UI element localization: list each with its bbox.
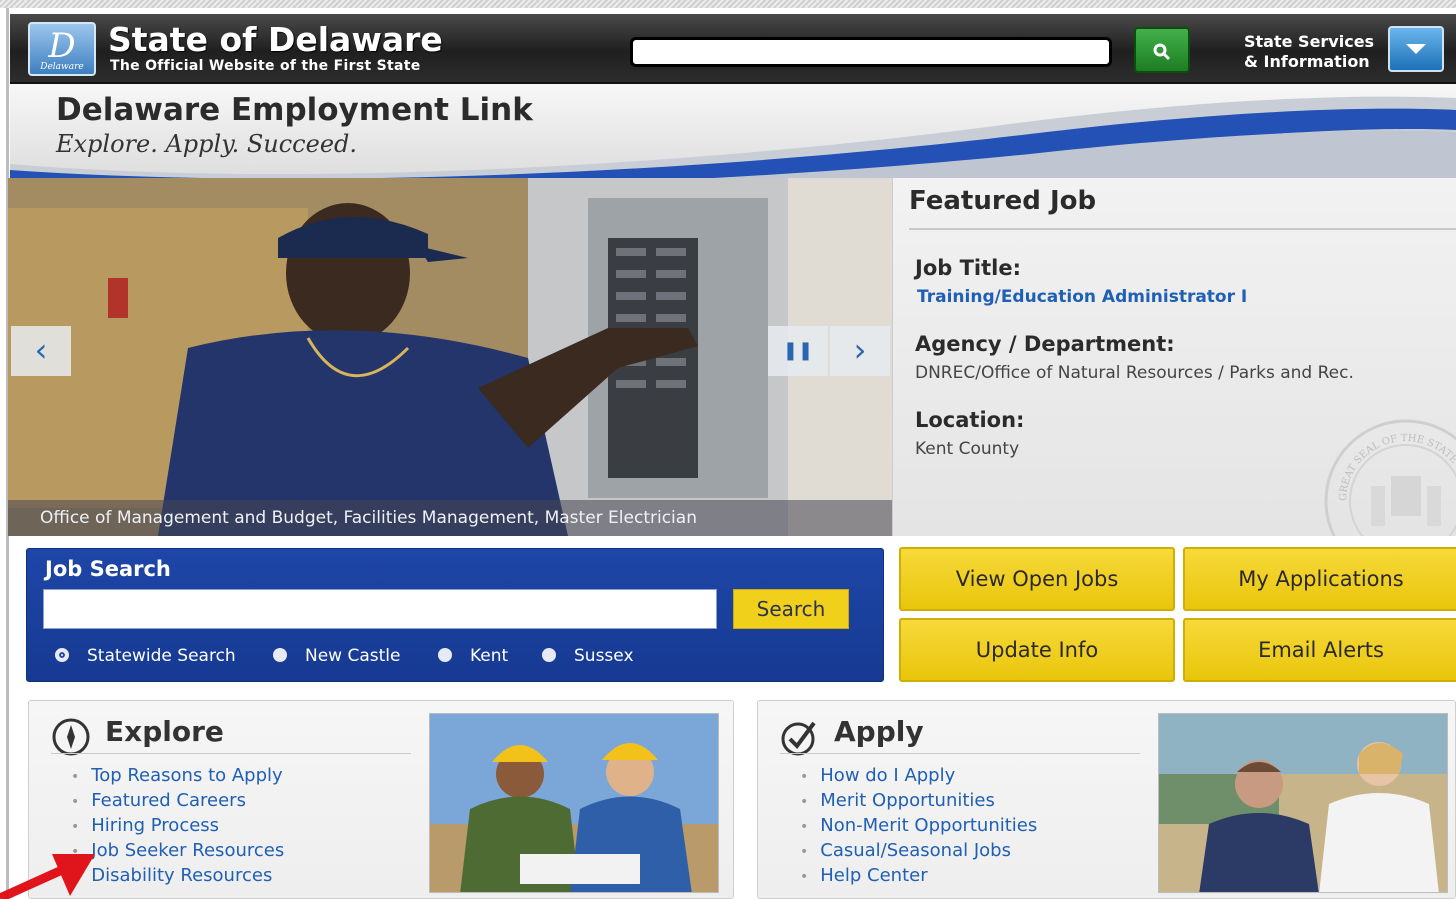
state-services-dropdown[interactable] [1388, 26, 1444, 72]
radio-label: Statewide Search [87, 646, 236, 666]
job-search-button[interactable]: Search [733, 589, 849, 629]
update-info-button[interactable]: Update Info [899, 618, 1175, 682]
apply-divider [780, 753, 1140, 754]
radio-selected-icon [55, 648, 69, 662]
radio-statewide[interactable]: Statewide Search [55, 645, 236, 667]
magnifier-icon [1153, 43, 1171, 60]
apply-title: Apply [834, 715, 924, 748]
featured-job-heading: Featured Job [909, 186, 1097, 216]
state-services-line1: State Services [1244, 32, 1375, 51]
explore-link-featured-careers[interactable]: • Featured Careers [71, 788, 284, 813]
radio-unselected-icon [438, 648, 452, 662]
state-services-link[interactable]: State Services & Information [1244, 32, 1374, 72]
red-annotation-arrow-icon [0, 854, 95, 899]
radio-unselected-icon [542, 648, 556, 662]
apply-link-non-merit[interactable]: • Non-Merit Opportunities [800, 813, 1037, 838]
agency-label: Agency / Department: [915, 332, 1175, 356]
bullet-icon: • [800, 769, 809, 785]
bullet-icon: • [800, 819, 809, 835]
radio-label: Kent [470, 646, 509, 666]
explore-link-hiring-process[interactable]: • Hiring Process [71, 813, 284, 838]
bullet-icon: • [800, 794, 809, 810]
featured-job-title-link[interactable]: Training/Education Administrator I [917, 287, 1247, 307]
view-open-jobs-button[interactable]: View Open Jobs [899, 547, 1175, 611]
featured-job-panel: Featured Job Job Title: Training/Educati… [892, 178, 1456, 536]
construction-workers-photo [430, 714, 718, 892]
explore-panel: Explore • Top Reasons to Apply • Featured … [28, 700, 734, 899]
my-applications-button[interactable]: My Applications [1183, 547, 1456, 611]
link-label: Disability Resources [91, 865, 273, 886]
link-label: Hiring Process [91, 815, 220, 836]
site-title[interactable]: State of Delaware [108, 20, 443, 59]
radio-sussex[interactable]: Sussex [542, 645, 634, 667]
page-title: Delaware Employment Link [56, 92, 533, 128]
link-label: Job Seeker Resources [91, 840, 285, 861]
chevron-down-icon [1406, 44, 1426, 54]
explore-link-top-reasons[interactable]: • Top Reasons to Apply [71, 763, 284, 788]
apply-link-help-center[interactable]: • Help Center [800, 863, 1037, 888]
nurse-patient-photo [1159, 714, 1447, 892]
carousel-prev-button[interactable]: ‹ [11, 326, 71, 376]
apply-panel: Apply • How do I Apply • Merit Opportuniti… [757, 700, 1456, 899]
bullet-icon: • [71, 769, 80, 785]
pause-icon: ❚❚ [782, 340, 814, 361]
logo-text: Delaware [40, 62, 84, 72]
apply-photo [1158, 713, 1448, 893]
job-title-label: Job Title: [915, 256, 1021, 280]
bullet-icon: • [71, 819, 80, 835]
radio-label: Sussex [574, 646, 634, 666]
link-label: Help Center [820, 865, 928, 886]
bullet-icon: • [71, 794, 80, 810]
hero-carousel[interactable]: Office of Management and Budget, Facilit… [8, 178, 892, 536]
apply-link-casual-seasonal[interactable]: • Casual/Seasonal Jobs [800, 838, 1037, 863]
job-search-input[interactable] [43, 589, 717, 629]
hero-photo-electrician [8, 178, 892, 536]
featured-divider [909, 228, 1456, 230]
location-value: Kent County [915, 439, 1020, 459]
job-search-title: Job Search [45, 557, 171, 581]
radio-new-castle[interactable]: New Castle [273, 645, 400, 667]
checkmark-circle-icon [781, 721, 816, 756]
explore-title: Explore [105, 715, 224, 748]
location-label: Location: [915, 408, 1025, 432]
explore-divider [51, 753, 411, 754]
carousel-pause-button[interactable]: ❚❚ [768, 326, 828, 376]
bullet-icon: • [800, 844, 809, 860]
agency-value: DNREC/Office of Natural Resources / Park… [915, 363, 1354, 383]
radio-label: New Castle [305, 646, 401, 666]
compass-icon [52, 718, 90, 756]
chevron-left-icon: ‹ [34, 331, 48, 369]
logo-letter: D [48, 26, 76, 66]
state-services-line2: & Information [1244, 52, 1370, 71]
site-subtitle: The Official Website of the First State [110, 58, 421, 74]
radio-unselected-icon [273, 648, 287, 662]
explore-photo [429, 713, 719, 893]
page-tagline: Explore. Apply. Succeed. [56, 130, 358, 158]
email-alerts-button[interactable]: Email Alerts [1183, 618, 1456, 682]
link-label: Casual/Seasonal Jobs [820, 840, 1011, 861]
bullet-icon: • [800, 869, 809, 885]
chevron-right-icon: › [853, 331, 867, 369]
site-header: D Delaware State of Delaware The Officia… [10, 14, 1456, 84]
site-search-button[interactable] [1134, 27, 1190, 73]
apply-link-how-do-i-apply[interactable]: • How do I Apply [800, 763, 1037, 788]
carousel-next-button[interactable]: › [830, 326, 890, 376]
state-seal-watermark: GREAT SEAL OF THE STATE OF [1324, 419, 1456, 536]
top-hatched-strip [0, 0, 1456, 8]
job-search-panel: Job Search Search Statewide Search New C… [26, 548, 884, 682]
page: D Delaware State of Delaware The Officia… [0, 0, 1456, 899]
link-label: Non-Merit Opportunities [820, 815, 1038, 836]
link-label: Top Reasons to Apply [91, 765, 283, 786]
link-label: How do I Apply [820, 765, 956, 786]
link-label: Merit Opportunities [820, 790, 995, 811]
link-label: Featured Careers [91, 790, 246, 811]
apply-links: • How do I Apply • Merit Opportunities • No… [800, 763, 1037, 888]
apply-link-merit[interactable]: • Merit Opportunities [800, 788, 1037, 813]
site-search-input[interactable] [630, 37, 1112, 67]
delaware-logo[interactable]: D Delaware [28, 22, 96, 76]
hero-caption: Office of Management and Budget, Facilit… [8, 500, 892, 536]
radio-kent[interactable]: Kent [438, 645, 508, 667]
